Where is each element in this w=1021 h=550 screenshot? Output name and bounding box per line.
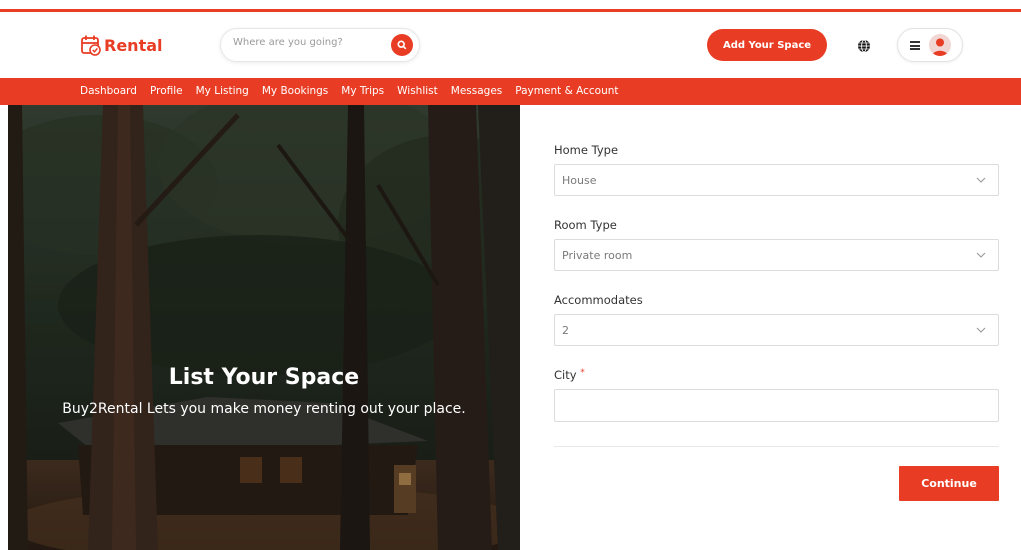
accommodates-select[interactable]: 2 [554,314,999,346]
home-type-label: Home Type [554,143,619,157]
search-bar [220,28,420,62]
city-label-text: City [554,368,577,382]
chevron-down-icon [976,252,986,258]
hamburger-menu-icon [910,41,920,50]
nav-item-dashboard[interactable]: Dashboard [80,85,137,97]
nav-item-my-trips[interactable]: My Trips [341,85,384,97]
nav-item-my-bookings[interactable]: My Bookings [262,85,328,97]
city-label: City * [554,368,585,382]
brand-name: Rental [104,35,163,55]
required-mark: * [580,368,585,378]
form-divider [554,446,999,447]
home-type-value: House [562,174,597,187]
chevron-down-icon [976,177,986,183]
add-your-space-button[interactable]: Add Your Space [707,29,827,61]
nav-item-payment-account[interactable]: Payment & Account [515,85,618,97]
room-type-select[interactable]: Private room [554,239,999,271]
accommodates-value: 2 [562,324,569,337]
nav-item-messages[interactable]: Messages [451,85,503,97]
chevron-down-icon [976,327,986,333]
user-icon [932,38,948,56]
hero-image: List Your Space Buy2Rental Lets you make… [8,105,520,550]
nav-item-my-listing[interactable]: My Listing [196,85,249,97]
search-icon [397,40,407,50]
forest-cabin-illustration [8,105,520,550]
site-header: Rental Add Your Space [0,12,1021,78]
nav-item-profile[interactable]: Profile [150,85,183,97]
home-type-select[interactable]: House [554,164,999,196]
accommodates-label: Accommodates [554,293,643,307]
continue-button[interactable]: Continue [899,466,999,501]
room-type-value: Private room [562,249,633,262]
city-input[interactable] [554,389,999,422]
hero-title: List Your Space [168,365,360,390]
calendar-check-icon [81,35,101,56]
hero-subtitle: Buy2Rental Lets you make money renting o… [62,401,466,417]
search-button[interactable] [391,34,413,56]
nav-item-wishlist[interactable]: Wishlist [397,85,438,97]
search-input[interactable] [233,37,383,48]
globe-icon[interactable] [857,39,871,53]
brand-logo[interactable]: Rental [80,34,163,56]
main-nav: Dashboard Profile My Listing My Bookings… [0,78,1021,105]
user-menu-button[interactable] [897,28,963,62]
room-type-label: Room Type [554,218,617,232]
user-avatar [929,34,951,56]
